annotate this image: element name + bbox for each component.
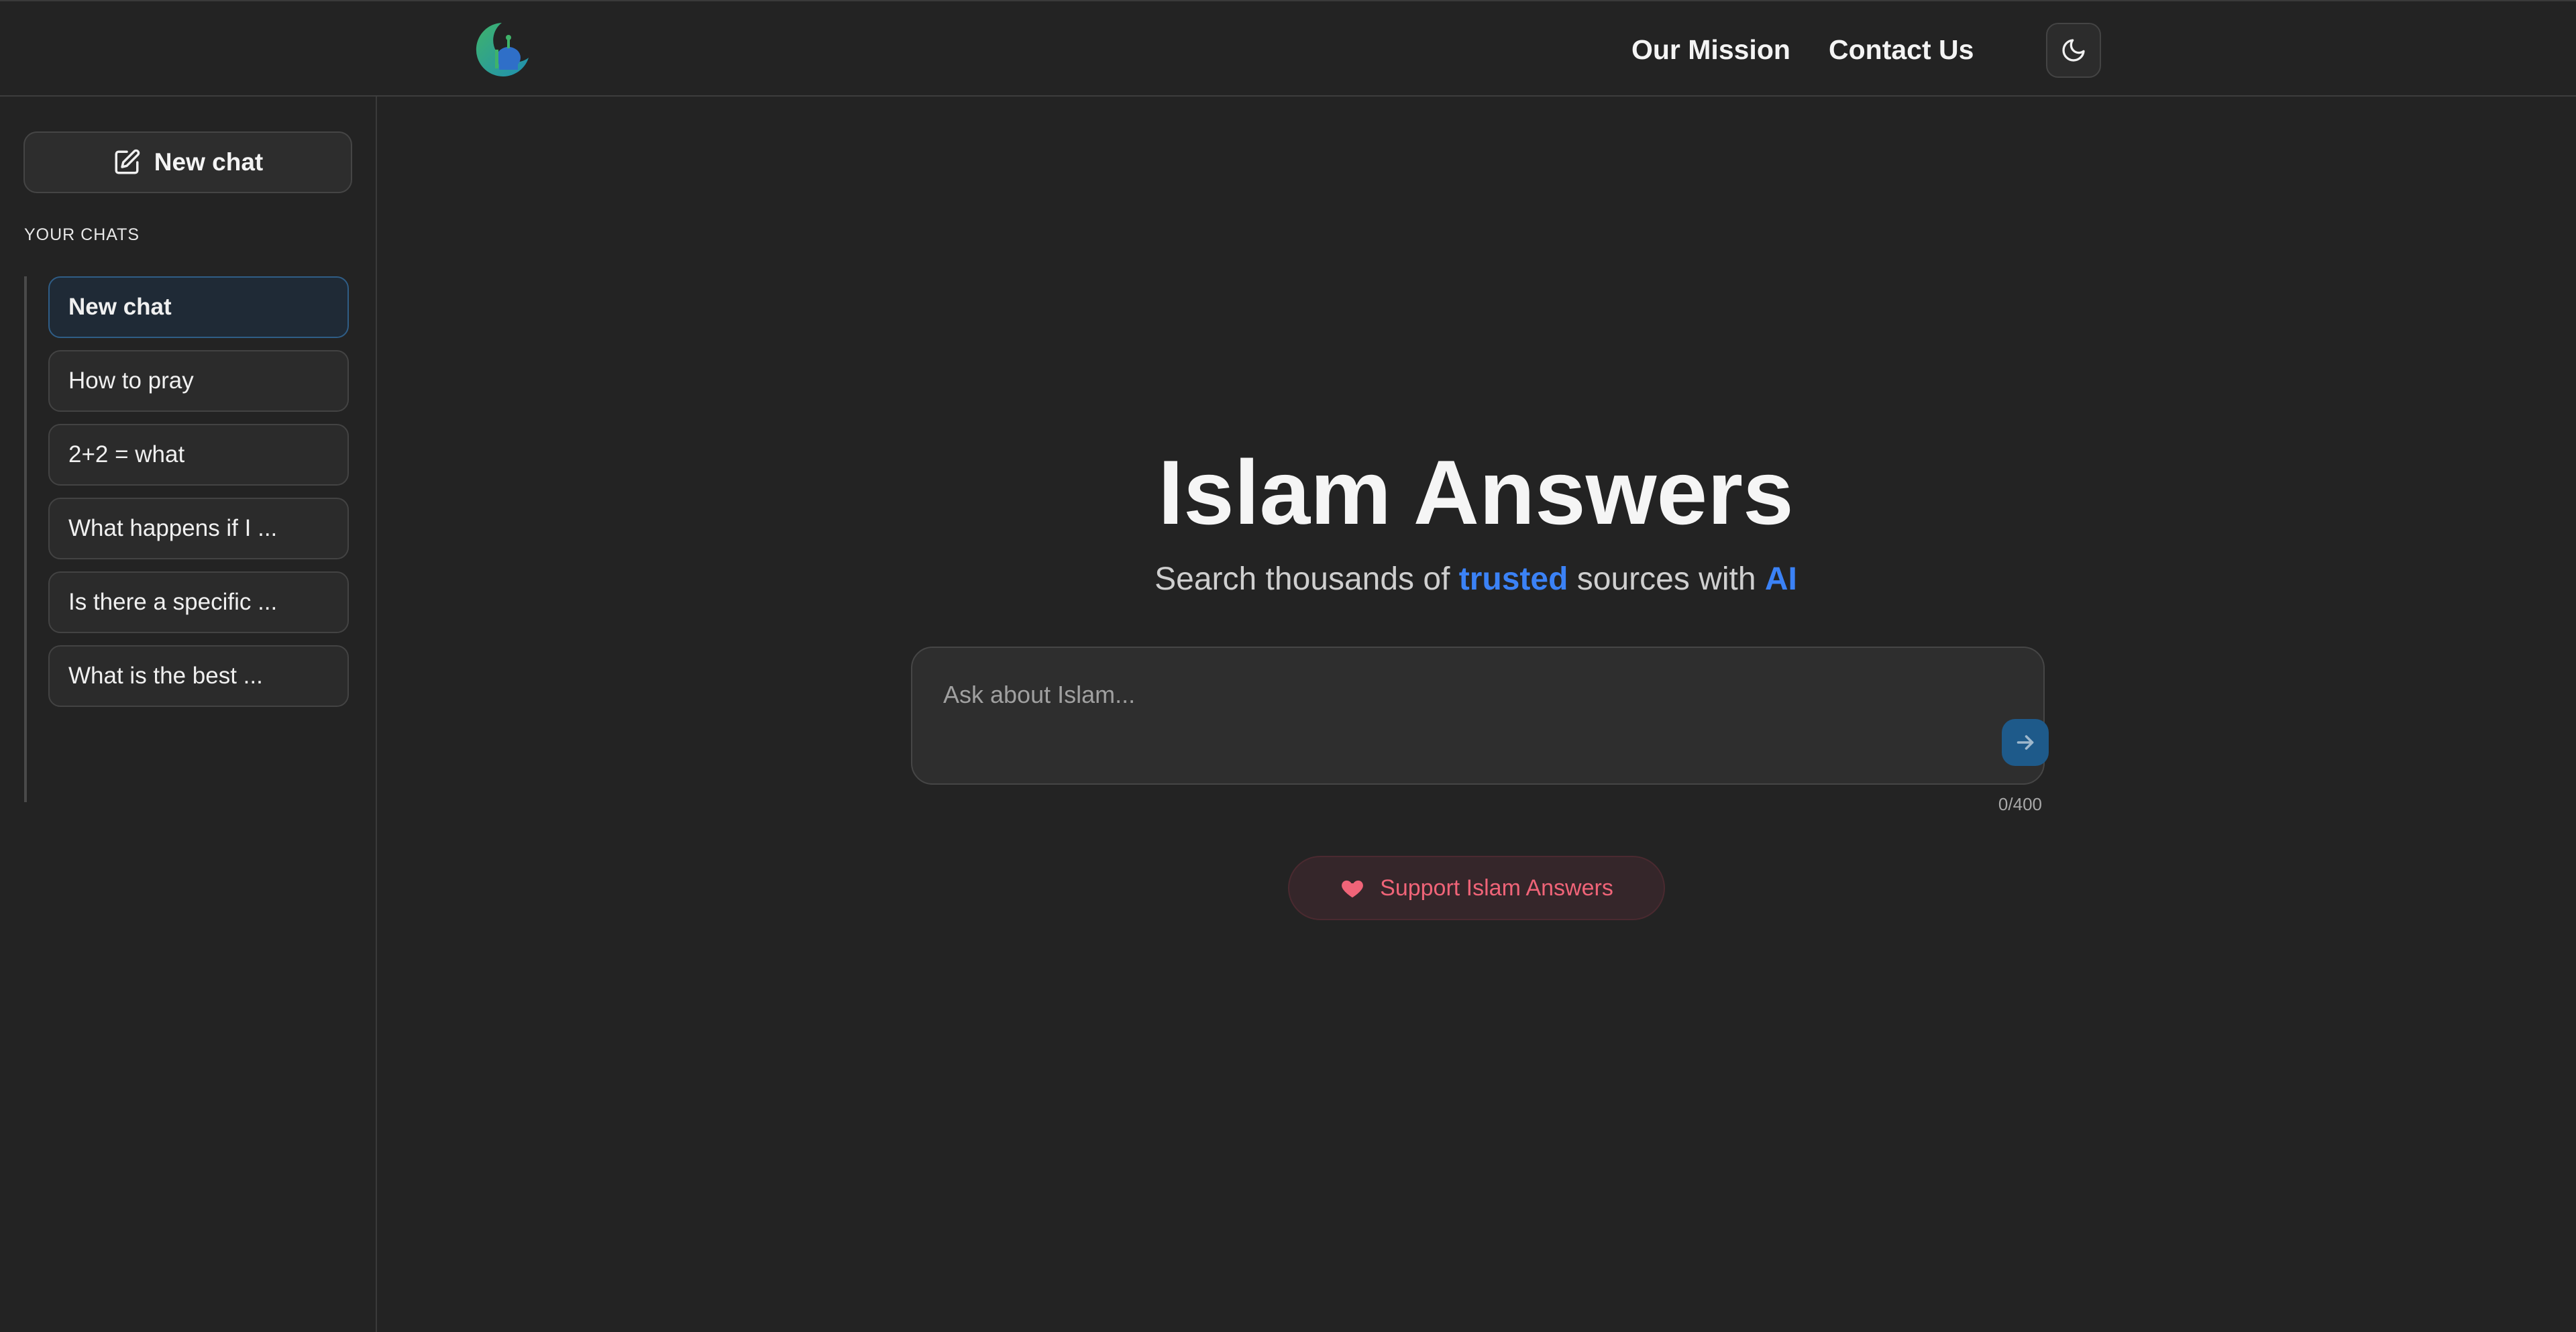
arrow-right-icon xyxy=(2017,735,2034,750)
new-chat-label: New chat xyxy=(154,148,264,176)
new-chat-button[interactable]: New chat xyxy=(23,131,352,193)
your-chats-heading: YOUR CHATS xyxy=(24,225,140,244)
chat-item-math[interactable]: 2+2 = what xyxy=(48,424,349,486)
support-button[interactable]: Support Islam Answers xyxy=(1288,856,1665,920)
chat-item-is-there[interactable]: Is there a specific ... xyxy=(48,571,349,633)
edit-icon xyxy=(115,149,140,174)
sidebar: New chat YOUR CHATS New chat How to pray… xyxy=(0,97,377,1332)
chat-history-list: New chat How to pray 2+2 = what What hap… xyxy=(24,276,360,802)
chat-item-what-happens[interactable]: What happens if I ... xyxy=(48,498,349,559)
nav-our-mission[interactable]: Our Mission xyxy=(1631,32,1790,67)
nav-contact-us[interactable]: Contact Us xyxy=(1829,32,1974,67)
chat-item-what-is-best[interactable]: What is the best ... xyxy=(48,645,349,707)
page-title: Islam Answers xyxy=(1158,441,1794,543)
character-counter: 0/400 xyxy=(1998,794,2042,814)
send-button[interactable] xyxy=(2002,719,2049,766)
subtitle-text-2: sources with xyxy=(1568,561,1765,597)
top-header: Our Mission Contact Us xyxy=(0,0,2576,97)
moon-icon xyxy=(2062,39,2085,62)
logo-icon[interactable] xyxy=(472,20,531,79)
theme-toggle-button[interactable] xyxy=(2046,23,2101,78)
heart-icon xyxy=(1342,880,1364,898)
page-subtitle: Search thousands of trusted sources with… xyxy=(378,559,2573,600)
chat-item-how-to-pray[interactable]: How to pray xyxy=(48,350,349,412)
main-content: Islam Answers Search thousands of truste… xyxy=(378,97,2576,1332)
support-label: Support Islam Answers xyxy=(1380,875,1613,901)
chat-item-new-chat[interactable]: New chat xyxy=(48,276,349,338)
subtitle-text-1: Search thousands of xyxy=(1155,561,1459,597)
subtitle-highlight-trusted: trusted xyxy=(1458,561,1568,597)
search-box xyxy=(911,647,2049,785)
search-input[interactable] xyxy=(942,675,1962,715)
subtitle-highlight-ai: AI xyxy=(1764,561,1797,597)
